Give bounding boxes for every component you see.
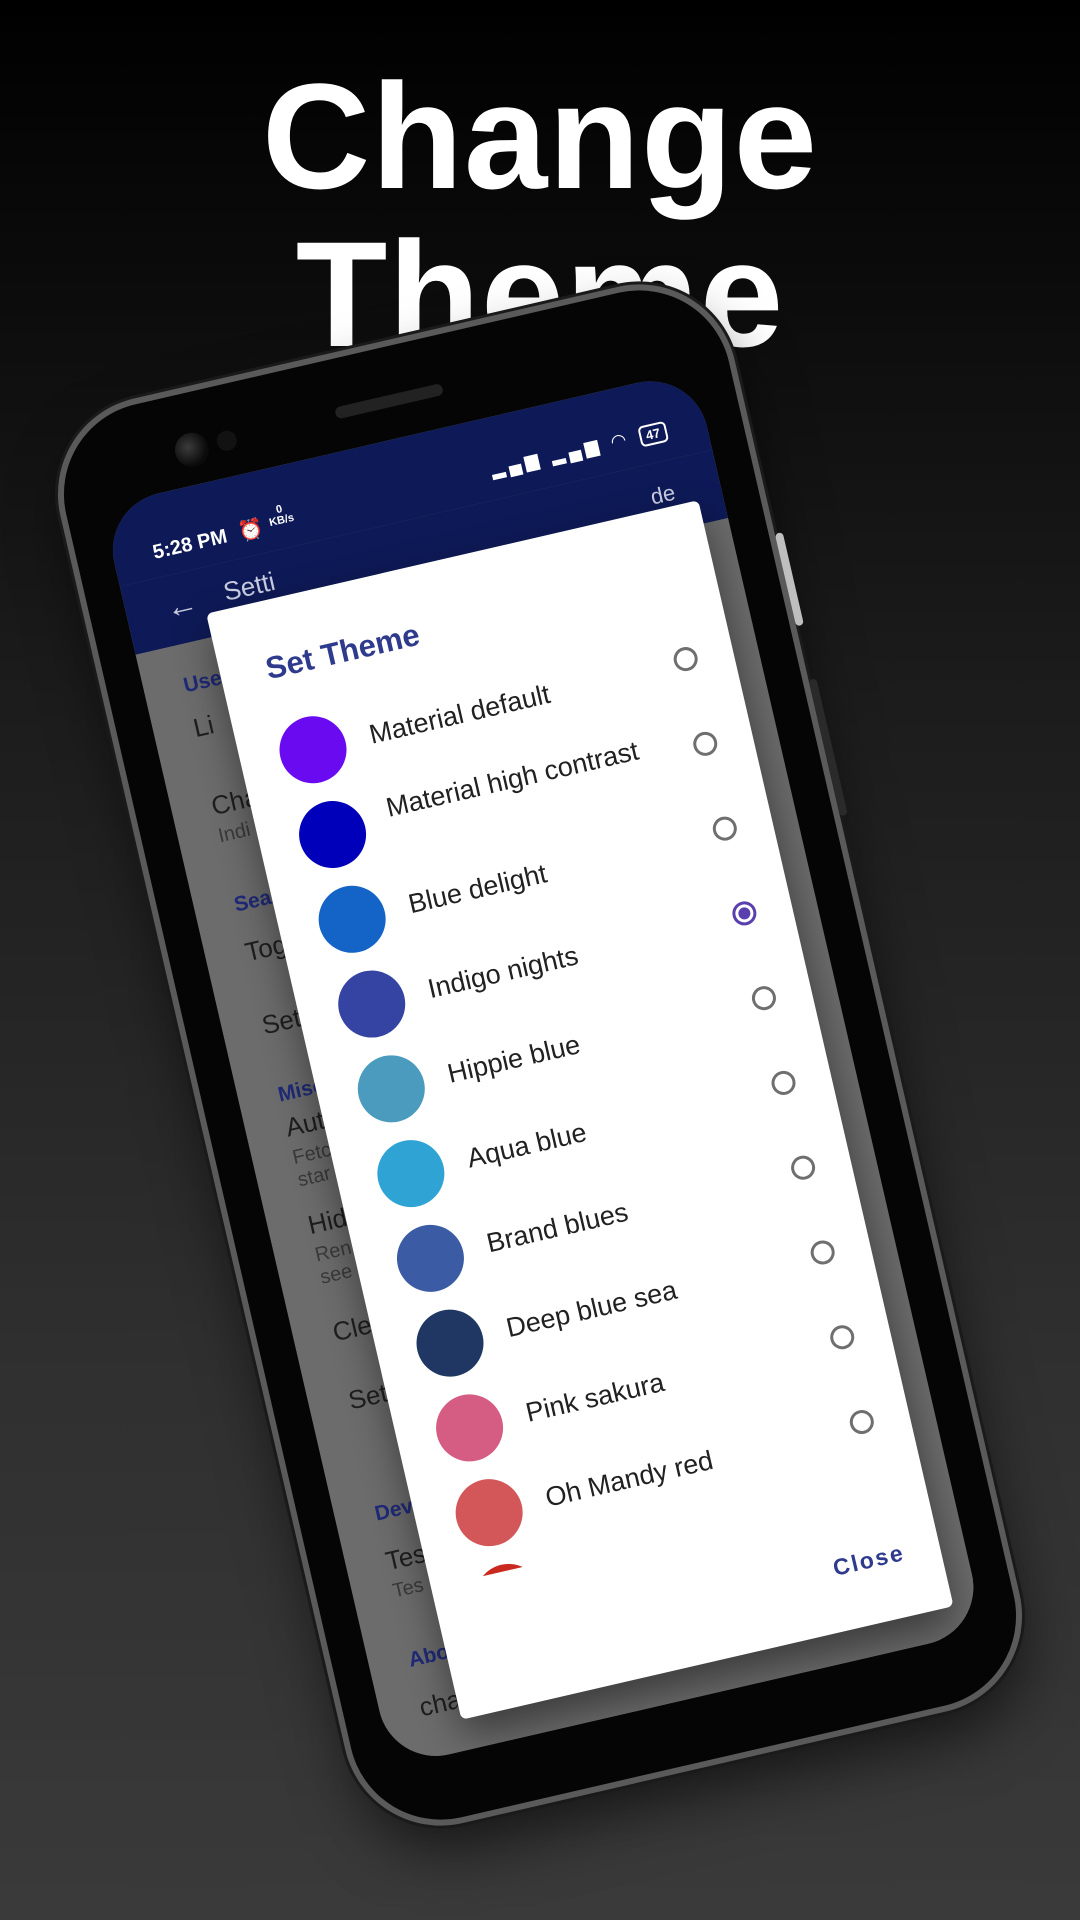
close-button[interactable]: Close xyxy=(830,1539,907,1582)
theme-color-swatch xyxy=(272,709,354,790)
radio-button[interactable] xyxy=(690,729,720,759)
signal-icon: ▂▄▆ xyxy=(488,448,545,480)
settings-row-summary: Tes xyxy=(390,1574,426,1603)
theme-color-swatch xyxy=(351,1048,432,1129)
network-speed: 0 KB/s xyxy=(266,502,295,529)
radio-button[interactable] xyxy=(769,1068,798,1098)
radio-button[interactable] xyxy=(749,983,779,1013)
theme-color-swatch xyxy=(292,794,373,875)
radio-button[interactable] xyxy=(710,814,740,844)
dialog-title: Set Theme xyxy=(262,616,423,687)
theme-color-swatch xyxy=(390,1218,471,1299)
radio-button-checked[interactable] xyxy=(729,899,759,928)
radio-button[interactable] xyxy=(671,644,701,674)
theme-color-swatch xyxy=(409,1302,491,1384)
settings-row[interactable]: Li xyxy=(190,709,217,744)
signal-icon: ▂▄▆ xyxy=(548,434,605,466)
theme-color-swatch xyxy=(429,1387,510,1469)
settings-row-summary: Indi xyxy=(216,818,253,848)
theme-color-swatch xyxy=(370,1133,452,1214)
network-speed-unit: KB/s xyxy=(268,511,296,530)
radio-button[interactable] xyxy=(788,1153,818,1183)
radio-button[interactable] xyxy=(866,1492,896,1522)
radio-button[interactable] xyxy=(808,1238,838,1267)
theme-color-swatch xyxy=(468,1557,549,1589)
alarm-icon: ⏰ xyxy=(236,517,266,545)
radio-button[interactable] xyxy=(847,1407,877,1437)
theme-color-swatch xyxy=(311,879,393,960)
phone-mockup: 5:28 PM ⏰ 0 KB/s ▂▄▆ ▂▄▆ ◠ 47 ← Setti de… xyxy=(45,272,1035,1838)
theme-color-swatch xyxy=(331,963,412,1045)
theme-color-swatch xyxy=(448,1472,530,1553)
wifi-icon: ◠ xyxy=(608,428,633,453)
battery-icon: 47 xyxy=(636,420,670,448)
radio-button[interactable] xyxy=(827,1322,857,1352)
status-time: 5:28 PM xyxy=(150,525,230,564)
phone-screen: 5:28 PM ⏰ 0 KB/s ▂▄▆ ▂▄▆ ◠ 47 ← Setti de… xyxy=(101,369,985,1768)
arrow-left-icon[interactable]: ← xyxy=(162,584,202,627)
